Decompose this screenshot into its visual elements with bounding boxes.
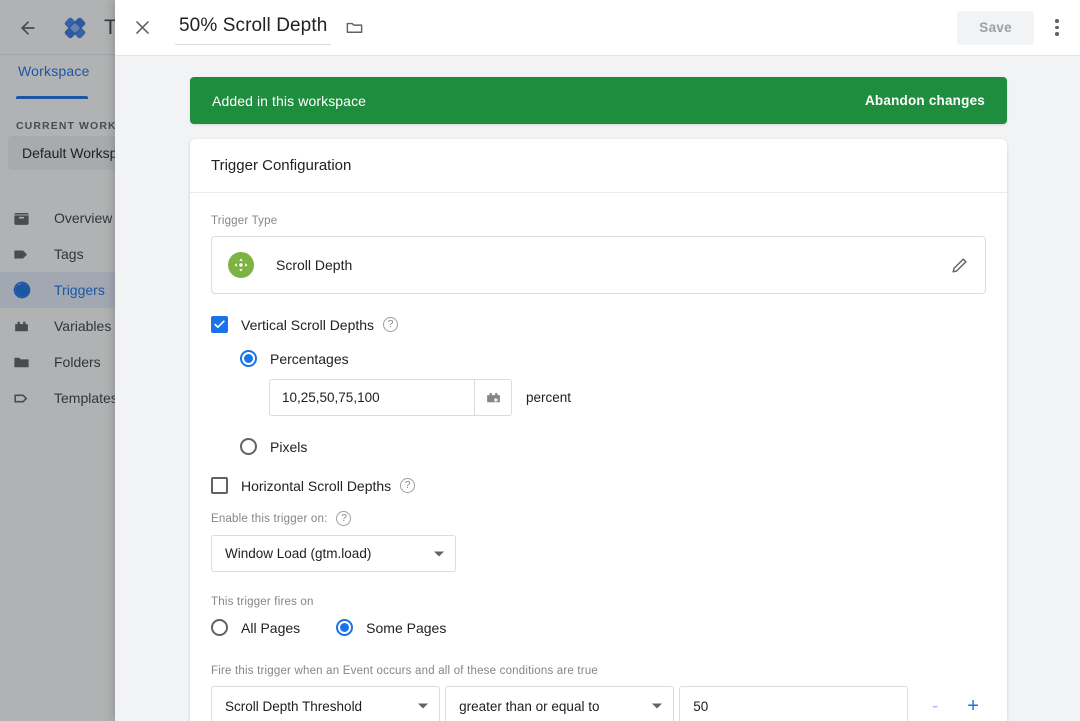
trigger-type-name: Scroll Depth [276, 257, 353, 273]
pixels-option-row[interactable]: Pixels [240, 438, 986, 455]
percentages-value-row: percent [269, 379, 986, 416]
remove-condition-button[interactable]: - [922, 689, 948, 721]
vertical-scroll-depths-row[interactable]: Vertical Scroll Depths ? [211, 316, 986, 333]
horizontal-scroll-depths-checkbox[interactable] [211, 477, 228, 494]
variable-picker-icon[interactable] [474, 379, 512, 416]
help-icon[interactable]: ? [383, 317, 399, 332]
conditions-label: Fire this trigger when an Event occurs a… [211, 665, 599, 677]
condition-value-input[interactable] [679, 686, 909, 721]
some-pages-radio[interactable] [336, 619, 354, 636]
percentages-radio[interactable] [240, 350, 257, 367]
some-pages-label: Some Pages [366, 619, 447, 636]
condition-operator-select[interactable]: greater than or equal to [445, 686, 675, 721]
horizontal-scroll-depths-label: Horizontal Scroll Depths [241, 477, 392, 494]
all-pages-radio[interactable] [211, 619, 228, 636]
percent-unit-label: percent [526, 390, 572, 405]
trigger-name-value: 50% Scroll Depth [179, 15, 328, 36]
folder-icon[interactable] [345, 18, 364, 37]
chevron-down-icon [434, 551, 444, 556]
pencil-edit-icon[interactable] [950, 256, 969, 275]
enable-trigger-on-label: Enable this trigger on: [211, 512, 328, 525]
condition-variable-select[interactable]: Scroll Depth Threshold [211, 686, 441, 721]
chevron-down-icon [652, 703, 663, 709]
workspace-status-banner: Added in this workspace Abandon changes [190, 77, 1007, 124]
horizontal-scroll-depths-row[interactable]: Horizontal Scroll Depths ? [211, 477, 986, 494]
save-button[interactable]: Save [957, 10, 1034, 45]
condition-operator-value: greater than or equal to [459, 698, 600, 714]
help-icon[interactable]: ? [400, 478, 416, 493]
help-icon[interactable]: ? [336, 511, 352, 526]
banner-message: Added in this workspace [212, 92, 367, 109]
more-vert-icon[interactable] [1034, 0, 1080, 55]
trigger-configuration-card: Trigger Configuration Trigger Type Scrol… [190, 139, 1007, 721]
trigger-name-field[interactable]: 50% Scroll Depth [175, 11, 332, 45]
scroll-depth-icon [228, 252, 254, 278]
vertical-scroll-depths-label: Vertical Scroll Depths [241, 316, 375, 333]
condition-row: Scroll Depth Threshold greater than or e… [211, 686, 986, 721]
trigger-type-label: Trigger Type [211, 215, 278, 227]
card-body: Trigger Type Scroll Depth Vertical Scrol… [190, 193, 1007, 721]
condition-variable-value: Scroll Depth Threshold [225, 698, 363, 714]
card-heading: Trigger Configuration [190, 139, 1007, 193]
trigger-edit-modal: 50% Scroll Depth Save Added in this work… [115, 0, 1080, 721]
percentages-input[interactable] [269, 379, 474, 416]
percentages-label: Percentages [270, 350, 349, 367]
close-icon[interactable] [115, 0, 169, 55]
add-condition-button[interactable]: + [960, 689, 986, 721]
fires-on-options: All Pages Some Pages [211, 619, 986, 636]
pixels-label: Pixels [270, 438, 308, 455]
chevron-down-icon [418, 703, 429, 709]
abandon-changes-button[interactable]: Abandon changes [865, 93, 985, 108]
pixels-radio[interactable] [240, 438, 257, 455]
percentages-option-row[interactable]: Percentages [240, 350, 986, 367]
enable-trigger-on-select[interactable]: Window Load (gtm.load) [211, 535, 456, 572]
enable-trigger-on-value: Window Load (gtm.load) [225, 546, 372, 561]
modal-header: 50% Scroll Depth Save [115, 0, 1080, 55]
trigger-type-box[interactable]: Scroll Depth [211, 236, 986, 294]
enable-trigger-on-row: Enable this trigger on: ? [211, 511, 986, 526]
vertical-scroll-depths-checkbox[interactable] [211, 316, 228, 333]
fires-on-label: This trigger fires on [211, 596, 314, 608]
all-pages-label: All Pages [241, 619, 301, 636]
